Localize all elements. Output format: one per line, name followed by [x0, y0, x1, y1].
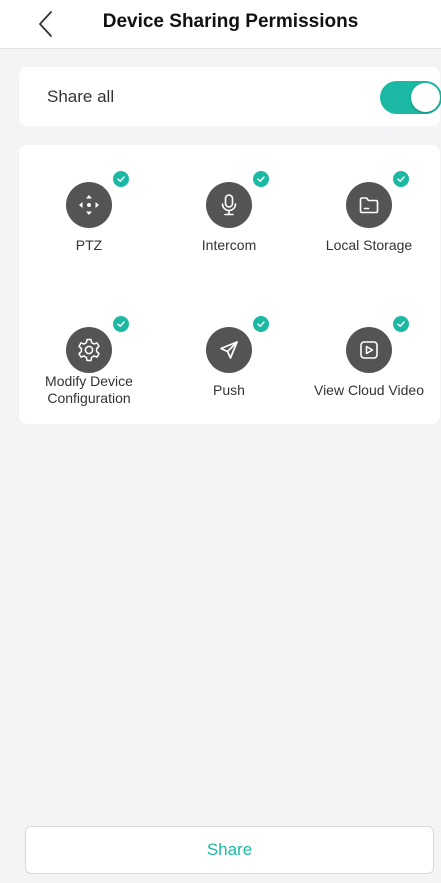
permission-label: Local Storage: [325, 237, 413, 253]
permission-intercom[interactable]: Intercom: [159, 145, 299, 275]
send-icon: [206, 327, 252, 373]
gear-icon: [66, 327, 112, 373]
permission-ptz[interactable]: PTZ: [19, 145, 159, 275]
permissions-grid: PTZ Intercom Local Storage Modify Device…: [19, 145, 440, 424]
microphone-icon: [206, 182, 252, 228]
folder-icon: [346, 182, 392, 228]
permission-label: Push: [213, 382, 245, 398]
page-title: Device Sharing Permissions: [102, 11, 359, 32]
permission-local-storage[interactable]: Local Storage: [299, 145, 439, 275]
toggle-knob: [411, 83, 440, 112]
check-icon: [393, 171, 409, 187]
permission-modify-config[interactable]: Modify Device Configuration: [19, 290, 159, 420]
check-icon: [113, 316, 129, 332]
permission-label: Intercom: [201, 237, 257, 253]
share-button[interactable]: Share: [25, 826, 434, 874]
permission-label: View Cloud Video: [313, 382, 424, 398]
permission-push[interactable]: Push: [159, 290, 299, 420]
share-all-row: Share all: [19, 67, 441, 126]
check-icon: [253, 316, 269, 332]
share-all-toggle[interactable]: [380, 81, 441, 114]
ptz-icon: [66, 182, 112, 228]
permission-label: Modify Device Configuration: [45, 373, 133, 406]
play-icon: [346, 327, 392, 373]
check-icon: [253, 171, 269, 187]
header-bar: Device Sharing Permissions: [0, 0, 441, 49]
permission-label: PTZ: [75, 237, 103, 253]
share-all-label: Share all: [47, 87, 115, 106]
permission-view-cloud-video[interactable]: View Cloud Video: [299, 290, 439, 420]
check-icon: [113, 171, 129, 187]
check-icon: [393, 316, 409, 332]
